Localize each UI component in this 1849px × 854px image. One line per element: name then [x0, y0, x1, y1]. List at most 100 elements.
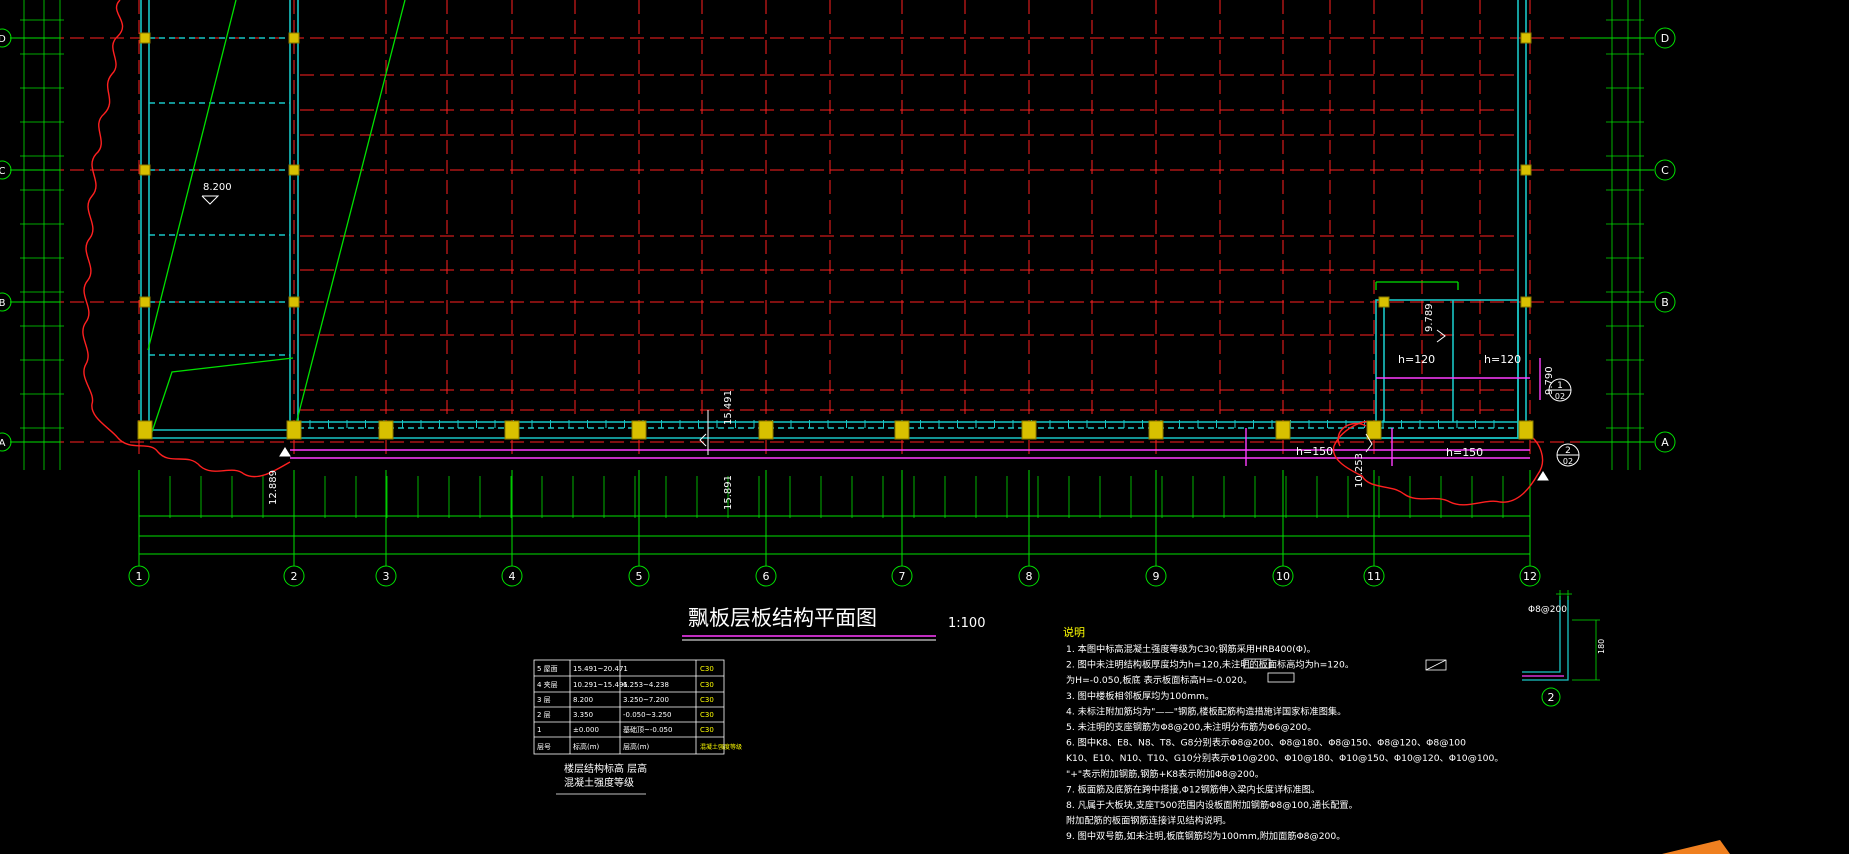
axis-bubble-3[interactable]: 3: [375, 470, 397, 587]
column: [1520, 296, 1532, 308]
table-cell: 2 层: [537, 711, 551, 719]
notes-line: 2. 图中未注明结构板厚度均为h=120,未注明的板面标高均为h=120。: [1066, 659, 1354, 671]
column: [894, 420, 910, 440]
table-cell: 3.350: [573, 711, 593, 719]
axis-label: 10: [1276, 570, 1290, 583]
table-cell: 混凝土强度等级: [700, 743, 742, 751]
notes-line: 9. 图中双号筋,如未注明,板底钢筋均为100mm,附加面筋Φ8@200。: [1066, 830, 1345, 842]
column: [1021, 420, 1037, 440]
column: [378, 420, 394, 440]
column: [137, 420, 153, 440]
column: [139, 164, 151, 176]
cursor-fragment: [1662, 840, 1730, 854]
axis-bubble-12[interactable]: 12: [1519, 470, 1541, 587]
axis-bubble-11[interactable]: 11: [1363, 470, 1385, 587]
axis-bubble-right-B[interactable]: B: [1580, 291, 1676, 313]
column: [631, 420, 647, 440]
axis-label: 2: [291, 570, 298, 583]
level-10253: 10.253: [1354, 453, 1365, 488]
axis-label: A: [0, 438, 6, 449]
table-cell: C30: [700, 726, 714, 734]
column: [1275, 420, 1291, 440]
notes-title: 说明: [1063, 625, 1085, 639]
column: [1366, 420, 1382, 440]
axis-bubble-right-C[interactable]: C: [1580, 159, 1676, 181]
general-notes: 说明 1. 本图中标高混凝土强度等级为C30;钢筋采用HRB400(Φ)。 2. …: [1063, 625, 1504, 842]
axis-label: 9: [1153, 570, 1160, 583]
axis-bubble-left-A[interactable]: A: [0, 432, 60, 452]
axis-label: A: [1661, 436, 1669, 449]
table-cell: 1: [537, 726, 541, 734]
axis-bubble-right-A[interactable]: A: [1580, 431, 1676, 453]
axis-label: B: [1661, 296, 1669, 309]
level-15491: 15.491: [723, 390, 734, 425]
notes-line: "+"表示附加钢筋,钢筋+K8表示附加Φ8@200。: [1066, 768, 1264, 780]
level-12889: 12.889: [268, 470, 279, 505]
section-mark-2[interactable]: 2 02: [1556, 443, 1580, 467]
axis-label: 8: [1026, 570, 1033, 583]
slope-lines: [147, 0, 1459, 439]
slab-h120-left: h=120: [1398, 353, 1435, 366]
slab-h120-right: h=120: [1484, 353, 1521, 366]
axis-bubble-left-D[interactable]: D: [0, 28, 60, 48]
notes-line: 5. 未注明的支座钢筋为Φ8@200,未注明分布筋为Φ6@200。: [1066, 721, 1316, 733]
axis-bubble-7[interactable]: 7: [891, 470, 913, 587]
level-15891: 15.891: [723, 475, 734, 510]
axis-bubble-right-D[interactable]: D: [1580, 27, 1676, 49]
dimension-lines: [20, 0, 1644, 558]
axis-label: D: [0, 34, 6, 45]
notes-line: 3. 图中楼板相邻板厚均为100mm。: [1066, 690, 1214, 702]
axis-label: 6: [763, 570, 770, 583]
cad-drawing-canvas[interactable]: 1 2 3 4 5 6 7 8 9 10 11 12ABCDABCD h=120…: [0, 0, 1849, 854]
section-mark-2-num: 2: [1565, 446, 1571, 456]
notes-line: 6. 图中K8、E8、N8、T8、G8分别表示Φ8@200、Φ8@180、Φ8@…: [1066, 737, 1466, 749]
column: [1520, 32, 1532, 44]
revision-clouds: [82, 0, 1544, 506]
axis-label: 5: [636, 570, 643, 583]
axis-bubble-10[interactable]: 10: [1272, 470, 1294, 587]
axis-bubble-8[interactable]: 8: [1018, 470, 1040, 587]
column: [1378, 296, 1390, 308]
detail-rebar-label: Φ8@200: [1528, 605, 1567, 615]
column: [1148, 420, 1164, 440]
level-9789: 9.789: [1424, 303, 1435, 332]
section-mark-1[interactable]: 1 02: [1548, 378, 1572, 402]
column: [504, 420, 520, 440]
table-cell: 层高(m): [623, 742, 650, 751]
column: [288, 32, 300, 44]
table-cell: 6.253~4.238: [623, 681, 669, 689]
axis-label: 12: [1523, 570, 1537, 583]
axis-label: B: [0, 298, 6, 309]
axis-label: 7: [899, 570, 906, 583]
table-cell: C30: [700, 711, 714, 719]
table-cell: 8.200: [573, 696, 593, 704]
drawing-title: 飘板层板结构平面图: [688, 606, 877, 630]
axis-bubble-9[interactable]: 9: [1145, 470, 1167, 587]
level-8200: 8.200: [203, 182, 232, 193]
table-caption-1: 楼层结构标高 层高: [564, 762, 647, 775]
column: [139, 32, 151, 44]
column: [1520, 164, 1532, 176]
notes-line: 4. 未标注附加筋均为"——"钢筋,楼板配筋构造措施详国家标准图集。: [1066, 705, 1346, 717]
floor-elevation-table: 5 屋面 15.491~20.471 C30 4 夹层 10.291~15.4916.2…: [533, 659, 742, 795]
column: [286, 420, 302, 440]
table-cell: C30: [700, 681, 714, 689]
axis-label: C: [0, 166, 6, 177]
table-cell: 标高(m): [573, 742, 600, 751]
axis-bubble-left-B[interactable]: B: [0, 292, 60, 312]
detail-2[interactable]: Φ8@200 180 2: [1522, 590, 1606, 707]
axis-bubble-4[interactable]: 4: [501, 470, 523, 587]
axis-label: D: [1661, 32, 1669, 45]
notes-line: K10、E10、N10、T10、G10分别表示Φ10@200、Φ10@180、Φ…: [1066, 752, 1504, 764]
notes-line: 为H=-0.050,板底 表示板面标高H=-0.020。: [1066, 674, 1252, 686]
axis-bubble-5[interactable]: 5: [628, 470, 650, 587]
section-mark-2-sheet: 02: [1563, 457, 1573, 466]
slab-section-lines: [290, 358, 1541, 466]
column: [288, 164, 300, 176]
column: [139, 296, 151, 308]
table-cell: ±0.000: [573, 726, 599, 734]
notes-line: 8. 凡属于大板块,支座T500范围内设板面附加钢筋Φ8@100,通长配置。: [1066, 799, 1358, 811]
axis-bubble-left-C[interactable]: C: [0, 160, 60, 180]
table-cell: 15.491~20.471: [573, 665, 628, 673]
table-cell: 5 屋面: [537, 665, 558, 673]
